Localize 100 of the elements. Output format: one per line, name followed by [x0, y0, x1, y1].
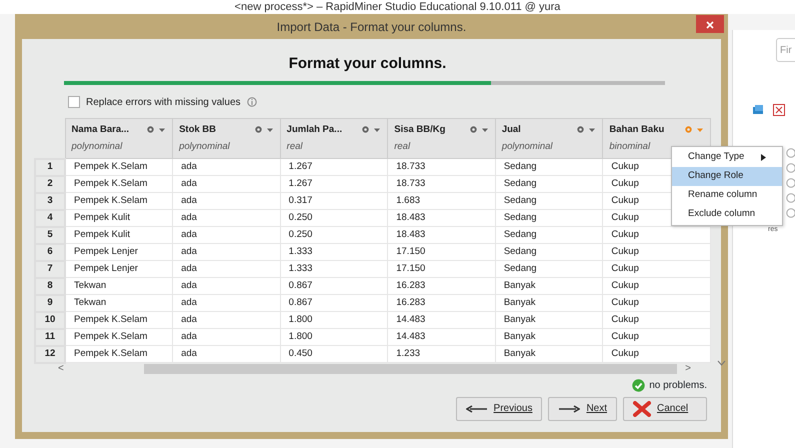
table-cell: 1.267: [280, 176, 388, 192]
table-cell: 1.800: [280, 312, 388, 328]
table-cell: ada: [172, 328, 280, 346]
table-cell: Sedang: [495, 244, 603, 260]
scroll-right-button[interactable]: >: [685, 361, 691, 376]
table-cell: 18.483: [388, 226, 496, 244]
column-header[interactable]: Stok BB polynominal: [172, 118, 280, 158]
status-text: no problems.: [649, 378, 707, 392]
table-cell: Cukup: [602, 346, 710, 362]
dialog-title: Import Data - Format your columns.: [276, 18, 466, 36]
table-cell: Sedang: [495, 226, 603, 244]
column-name: Sisa BB/Kg: [394, 122, 446, 136]
radio-button[interactable]: [786, 208, 795, 218]
table-cell: Cukup: [602, 294, 710, 312]
gear-icon[interactable]: [254, 125, 263, 134]
table-cell: Pempek K.Selam: [65, 346, 173, 362]
caret-icon[interactable]: [266, 126, 274, 133]
menu-item[interactable]: Change Role: [672, 167, 782, 186]
table-cell: Banyak: [495, 278, 603, 294]
table-cell: Pempek Lenjer: [65, 260, 173, 278]
table-cell: 18.483: [388, 210, 496, 226]
table-cell: 0.317: [280, 192, 388, 210]
page-heading: Format your columns.: [288, 54, 448, 74]
right-arrow-icon: [558, 404, 580, 412]
scroll-left-button[interactable]: <: [58, 361, 64, 376]
gear-icon[interactable]: [146, 125, 156, 134]
checkbox-label: Replace errors with missing values: [86, 96, 241, 110]
table-cell: 1.233: [388, 346, 496, 362]
table-cell: Cukup: [602, 328, 710, 346]
left-arrow-icon: [466, 404, 488, 412]
layers-icon[interactable]: [752, 104, 764, 116]
caret-icon[interactable]: [588, 126, 596, 133]
table-cell: Cukup: [602, 226, 710, 244]
table-cell: ada: [172, 312, 280, 328]
table-cell: Pempek K.Selam: [65, 312, 173, 328]
table-cell: Pempek Kulit: [65, 226, 173, 244]
check-icon: [632, 378, 646, 392]
radio-button[interactable]: [786, 193, 795, 203]
caret-icon[interactable]: [373, 126, 382, 133]
radio-button[interactable]: [786, 178, 795, 188]
column-header[interactable]: Nama Bara... polynominal: [65, 118, 173, 158]
table-cell: ada: [172, 192, 280, 210]
radio-button[interactable]: [786, 163, 795, 173]
table-cell: 16.283: [388, 294, 496, 312]
column-type: polynominal: [502, 140, 554, 154]
previous-button[interactable]: Previous: [456, 396, 542, 420]
column-name: Jumlah Pa...: [286, 122, 344, 136]
table-cell: 0.250: [280, 210, 388, 226]
radio-button[interactable]: [786, 148, 795, 158]
column-header[interactable]: Jual polynominal: [495, 118, 603, 158]
table-cell: 14.483: [388, 328, 496, 346]
gear-icon[interactable]: [361, 125, 370, 134]
table-cell: 14.483: [388, 312, 496, 328]
table-cell: 16.283: [388, 278, 496, 294]
column-name: Nama Bara...: [72, 122, 130, 136]
table-cell: ada: [172, 294, 280, 312]
gear-icon[interactable]: [576, 125, 586, 134]
table-cell: ada: [172, 278, 280, 294]
table-cell: 1.267: [280, 158, 388, 176]
expand-icon[interactable]: [773, 104, 785, 116]
column-type: binominal: [609, 140, 652, 154]
cancel-button[interactable]: Cancel: [623, 396, 707, 420]
table-cell: Cukup: [602, 278, 710, 294]
table-cell: Pempek K.Selam: [65, 176, 173, 192]
table-cell: Cukup: [602, 312, 710, 328]
gear-icon[interactable]: [468, 125, 478, 134]
table-cell: Pempek K.Selam: [65, 328, 173, 346]
cross-icon: [633, 400, 651, 416]
caret-icon[interactable]: [480, 126, 489, 133]
table-cell: Pempek Lenjer: [65, 244, 173, 260]
window-title: <new process*> – RapidMiner Studio Educational 9.10.011 @ yura: [0, 0, 795, 14]
column-header[interactable]: Sisa BB/Kg real: [388, 118, 496, 158]
table-cell: Pempek K.Selam: [65, 192, 173, 210]
column-type: real: [394, 140, 412, 154]
info-icon[interactable]: [246, 97, 257, 107]
table-cell: Banyak: [495, 346, 603, 362]
table-cell: ada: [172, 226, 280, 244]
caret-icon[interactable]: [158, 126, 166, 133]
search-field[interactable]: Fir: [776, 38, 795, 62]
column-header[interactable]: Jumlah Pa... real: [280, 118, 388, 158]
table-cell: 0.867: [280, 278, 388, 294]
table-cell: Pempek K.Selam: [65, 158, 173, 176]
scrollbar-thumb[interactable]: [144, 364, 678, 374]
column-name: Bahan Baku: [609, 122, 666, 136]
checkbox[interactable]: [68, 96, 80, 108]
close-icon: [706, 20, 714, 29]
table-cell: 0.867: [280, 294, 388, 312]
table-cell: ada: [172, 346, 280, 362]
table-cell: 1.800: [280, 328, 388, 346]
table-cell: Sedang: [495, 260, 603, 278]
scroll-down-icon[interactable]: [717, 360, 726, 366]
close-button[interactable]: [696, 15, 724, 33]
table-cell: Tekwan: [65, 278, 173, 294]
column-type: polynominal: [72, 140, 124, 154]
table-cell: 18.733: [388, 176, 496, 192]
column-type: polynominal: [179, 140, 231, 154]
column-type: real: [286, 140, 304, 154]
row-number: 1: [35, 158, 65, 176]
table-cell: 18.733: [388, 158, 496, 176]
next-button[interactable]: Next: [548, 396, 617, 420]
